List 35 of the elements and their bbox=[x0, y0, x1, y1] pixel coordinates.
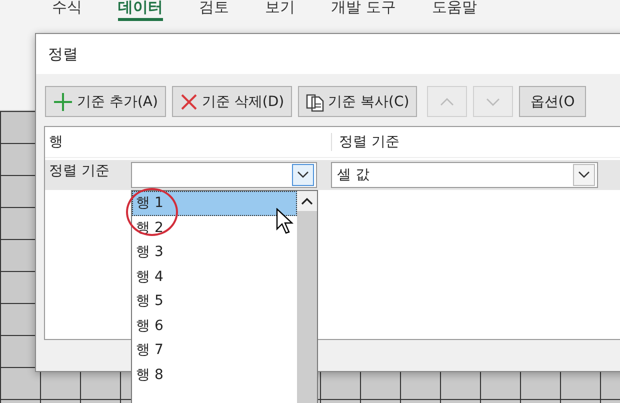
dropdown-item[interactable]: 행 8 bbox=[132, 362, 297, 387]
column-header: 행 bbox=[45, 133, 332, 151]
mouse-cursor-icon bbox=[276, 208, 294, 234]
dropdown-item[interactable]: 행 7 bbox=[132, 338, 297, 362]
dialog-title: 정렬 bbox=[36, 34, 620, 74]
dropdown-item[interactable]: 행 6 bbox=[132, 314, 297, 338]
level-label: 정렬 기준 bbox=[48, 162, 110, 180]
copy-icon bbox=[306, 92, 324, 112]
add-level-button[interactable]: 기준 추가(A) bbox=[45, 86, 166, 117]
column-header: 정렬 기준 bbox=[338, 133, 400, 151]
ribbon-tab[interactable]: 데이터 bbox=[118, 0, 163, 21]
ribbon-tab[interactable]: 개발 도구 bbox=[331, 0, 396, 21]
copy-level-button[interactable]: 기준 복사(C) bbox=[298, 86, 418, 117]
scrollbar[interactable] bbox=[297, 191, 317, 403]
chevron-up-icon bbox=[301, 197, 313, 205]
options-button[interactable]: 옵션(O bbox=[519, 86, 586, 117]
ribbon-tab[interactable]: 검토 bbox=[199, 0, 229, 21]
dropdown-item[interactable]: 행 1 bbox=[132, 191, 297, 216]
ribbon-tab[interactable]: 보기 bbox=[265, 0, 295, 21]
ribbon-tab[interactable]: 수식 bbox=[52, 0, 82, 21]
highlight-circle bbox=[126, 188, 178, 236]
sort-on-dropdown[interactable]: 셀 값 bbox=[331, 162, 598, 188]
ribbon-tab[interactable]: 도움말 bbox=[432, 0, 477, 21]
dropdown-arrow-button[interactable] bbox=[573, 164, 595, 186]
close-icon bbox=[180, 92, 198, 110]
chevron-down-icon bbox=[578, 171, 590, 179]
chevron-down-icon bbox=[297, 171, 309, 179]
plus-icon bbox=[53, 92, 73, 112]
dropdown-item[interactable]: 행 3 bbox=[132, 240, 297, 264]
chevron-down-icon bbox=[486, 96, 500, 106]
chevron-up-icon bbox=[440, 96, 454, 106]
dropdown-item[interactable]: 행 5 bbox=[132, 289, 297, 314]
delete-level-button[interactable]: 기준 삭제(D) bbox=[172, 86, 292, 117]
dropdown-arrow-button[interactable] bbox=[292, 164, 314, 186]
dropdown-item[interactable]: 행 4 bbox=[132, 264, 297, 289]
